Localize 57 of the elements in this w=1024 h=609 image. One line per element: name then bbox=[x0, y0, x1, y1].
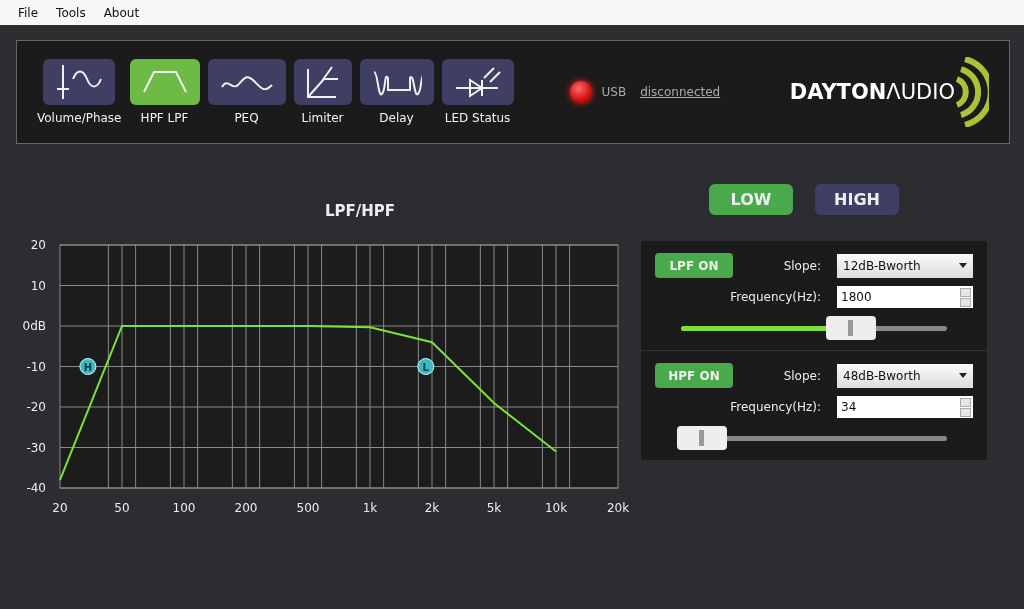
y-tick-label: -40 bbox=[26, 481, 46, 495]
frequency-slider[interactable] bbox=[681, 316, 947, 340]
slope-label: Slope: bbox=[783, 368, 821, 383]
tab-label: Limiter bbox=[301, 111, 344, 125]
frequency-label: Frequency(Hz): bbox=[730, 400, 821, 414]
x-tick-label: 20k bbox=[606, 501, 630, 514]
slider-thumb[interactable] bbox=[826, 316, 877, 340]
caret-icon bbox=[959, 263, 967, 268]
connection-status-link[interactable]: disconnected bbox=[640, 85, 721, 99]
frequency-spinbox[interactable]: 34 bbox=[837, 396, 973, 418]
annotation: L bbox=[422, 361, 430, 373]
slope-dropdown[interactable]: 12dB-Bworth bbox=[837, 253, 973, 278]
frequency-label: Frequency(Hz): bbox=[730, 290, 821, 304]
spin-arrows-icon bbox=[960, 397, 971, 417]
sound-waves-icon bbox=[955, 57, 989, 127]
x-tick-label: 2k bbox=[424, 501, 440, 514]
tab[interactable]: LED Status bbox=[441, 59, 514, 125]
x-tick-label: 200 bbox=[234, 501, 258, 514]
y-tick-label: 0dB bbox=[22, 319, 46, 333]
y-tick-label: -30 bbox=[26, 440, 46, 455]
frequency-spinbox[interactable]: 1800 bbox=[837, 286, 973, 308]
tab[interactable]: Limiter bbox=[293, 59, 352, 125]
tab-label: HPF LPF bbox=[140, 111, 189, 125]
y-tick-label: -20 bbox=[26, 400, 46, 414]
band-button[interactable]: HIGH bbox=[815, 184, 899, 215]
tab-label: LED Status bbox=[444, 111, 511, 125]
x-tick-label: 10k bbox=[544, 501, 568, 514]
x-tick-label: 50 bbox=[114, 501, 130, 514]
annotation: H bbox=[83, 361, 93, 373]
tab[interactable]: HPF LPF bbox=[129, 59, 200, 125]
menu-item[interactable]: Tools bbox=[56, 5, 86, 20]
caret-icon bbox=[959, 373, 967, 378]
y-tick-label: 20 bbox=[30, 238, 46, 252]
slider-thumb[interactable] bbox=[677, 426, 728, 450]
menu-item[interactable]: File bbox=[18, 5, 39, 20]
slope-label: Slope: bbox=[783, 258, 821, 273]
filter-handle[interactable]: L bbox=[417, 358, 435, 375]
x-tick-label: 1k bbox=[362, 501, 378, 514]
x-tick-label: 100 bbox=[172, 501, 196, 514]
y-tick-label: 10 bbox=[30, 278, 46, 293]
filter-handle[interactable]: H bbox=[79, 358, 97, 375]
tab-label: Volume/Phase bbox=[37, 111, 122, 125]
y-tick-label: -10 bbox=[26, 359, 46, 374]
tab-label: PEQ bbox=[234, 111, 259, 125]
usb-label: USB bbox=[601, 85, 627, 99]
x-tick-label: 5k bbox=[486, 501, 502, 514]
logo-text: DAYTONΛUDIO bbox=[789, 80, 955, 104]
spin-arrows-icon bbox=[960, 287, 971, 307]
x-tick-label: 500 bbox=[296, 501, 320, 514]
chart-title: LPF/HPF bbox=[324, 202, 396, 220]
tab[interactable]: PEQ bbox=[207, 59, 286, 125]
tab[interactable]: Volume/Phase bbox=[37, 59, 122, 125]
tab-label: Delay bbox=[379, 111, 414, 125]
slope-dropdown[interactable]: 48dB-Bworth bbox=[837, 363, 973, 388]
x-tick-label: 20 bbox=[52, 501, 68, 514]
menu-item[interactable]: About bbox=[103, 5, 140, 20]
tab[interactable]: Delay bbox=[359, 59, 434, 125]
